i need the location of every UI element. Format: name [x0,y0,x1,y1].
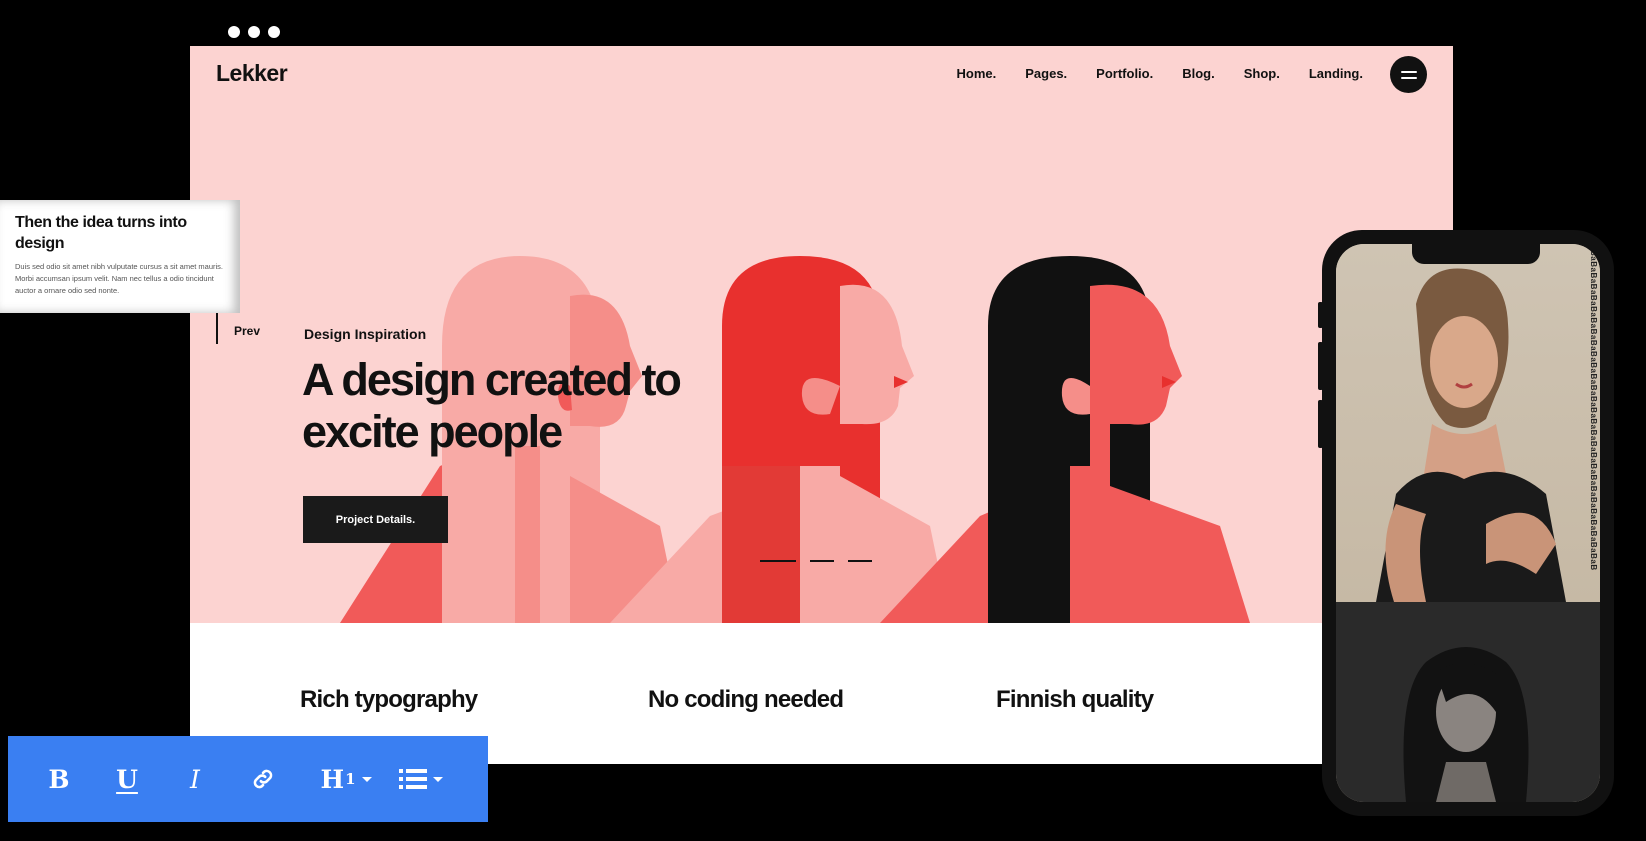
chevron-down-icon [433,776,443,782]
heading-dropdown[interactable]: H1 [316,759,376,799]
window-dot [248,26,260,38]
main-nav: Home. Pages. Portfolio. Blog. Shop. Land… [957,66,1363,81]
list-icon [399,769,427,789]
nav-item-portfolio[interactable]: Portfolio. [1096,66,1153,81]
nav-item-blog[interactable]: Blog. [1182,66,1215,81]
nav-item-landing[interactable]: Landing. [1309,66,1363,81]
underline-button[interactable]: U [112,759,142,799]
list-dropdown[interactable] [396,759,446,799]
chevron-down-icon [361,776,372,782]
site-logo[interactable]: Lekker [216,60,288,87]
website-preview: Lekker Home. Pages. Portfolio. Blog. Sho… [190,46,1453,764]
portrait-photo[interactable] [1336,602,1600,802]
nav-item-home[interactable]: Home. [957,66,997,81]
nav-item-shop[interactable]: Shop. [1244,66,1280,81]
project-details-button[interactable]: Project Details. [303,496,448,543]
italic-button[interactable]: I [180,759,210,799]
hamburger-icon[interactable] [1390,56,1427,93]
vertical-ticker: BaBaBaBaBaBaBaBaBaBaBaBaBaBaBaBaBaBaBaBa… [1589,250,1598,570]
window-dot [228,26,240,38]
text-card: Then the idea turns into design Duis sed… [0,200,240,313]
slider-dot[interactable] [848,560,872,562]
link-icon[interactable] [248,759,278,799]
hero-headline: A design created to excite people [302,354,682,457]
heading-level: 1 [345,770,356,788]
slider-pagination [760,560,872,562]
phone-side-button [1318,400,1323,448]
heading-label: H [320,764,345,794]
phone-screen: BaBaBaBaBaBaBaBaBaBaBaBaBaBaBaBaBaBaBaBa… [1336,244,1600,802]
portrait-photo[interactable] [1336,244,1600,602]
phone-mockup: BaBaBaBaBaBaBaBaBaBaBaBaBaBaBaBaBaBaBaBa… [1318,230,1614,816]
hero-section: Lekker Home. Pages. Portfolio. Blog. Sho… [190,46,1453,623]
phone-side-button [1318,342,1323,390]
window-dot [268,26,280,38]
phone-side-button [1318,302,1323,328]
phone-notch [1412,244,1540,264]
feature-title: Finnish quality [996,686,1154,713]
prev-slide-link[interactable]: Prev [234,324,260,338]
window-controls [228,26,280,38]
feature-title: Rich typography [300,686,478,713]
nav-item-pages[interactable]: Pages. [1025,66,1067,81]
slider-dot[interactable] [760,560,796,562]
hero-eyebrow: Design Inspiration [304,326,427,342]
card-title: Then the idea turns into design [15,214,187,252]
slider-dot[interactable] [810,560,834,562]
card-body: Duis sed odio sit amet nibh vulputate cu… [15,262,224,295]
text-format-toolbar: B U I H1 [8,736,488,822]
feature-title: No coding needed [648,686,844,713]
bold-button[interactable]: B [44,759,74,799]
